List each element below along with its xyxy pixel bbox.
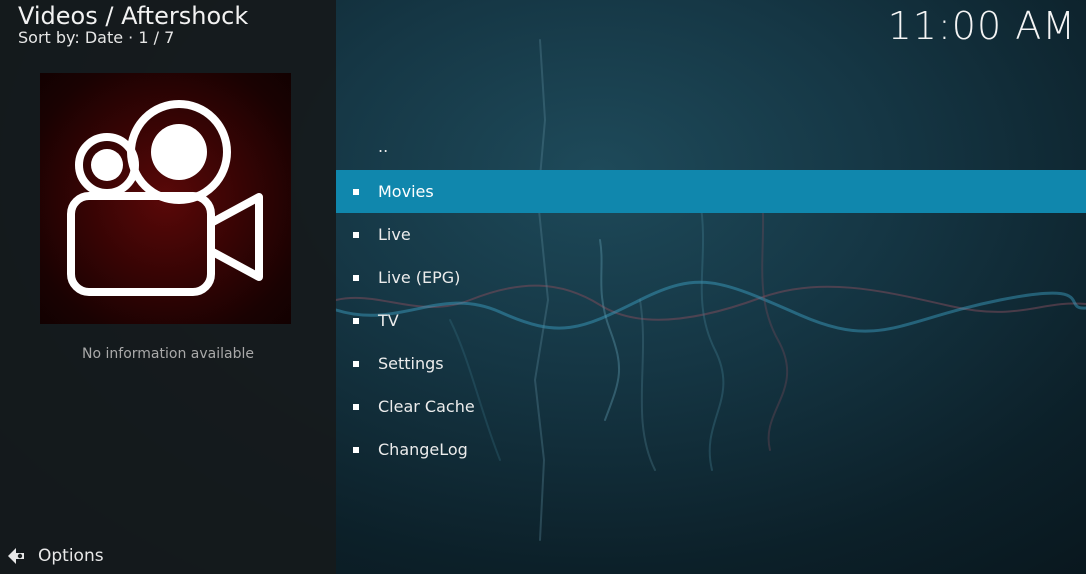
- page-title: Videos / Aftershock: [18, 2, 249, 30]
- bullet-icon: [353, 403, 359, 410]
- clock: 11:00 AM: [887, 4, 1076, 48]
- list-item-label: Live (EPG): [378, 268, 461, 287]
- movie-camera-icon: [67, 100, 263, 296]
- sort-info: Sort by: Date · 1 / 7: [18, 28, 175, 47]
- bullet-icon: [353, 446, 359, 453]
- list-item-label: ChangeLog: [378, 440, 468, 459]
- options-label: Options: [38, 546, 104, 566]
- bullet-icon: [353, 231, 359, 238]
- list-item-label: ..: [378, 137, 389, 156]
- bullet-icon: [353, 274, 359, 281]
- thumbnail: [40, 73, 291, 324]
- options-button[interactable]: Options: [6, 546, 104, 566]
- list-item-settings[interactable]: Settings: [336, 342, 1086, 385]
- bullet-icon: [353, 188, 359, 195]
- list-item-label: Clear Cache: [378, 397, 475, 416]
- list-item-tv[interactable]: TV: [336, 299, 1086, 342]
- list-item-parent[interactable]: ..: [336, 127, 1086, 170]
- list-item-live[interactable]: Live: [336, 213, 1086, 256]
- list-item-changelog[interactable]: ChangeLog: [336, 428, 1086, 471]
- list-item-label: TV: [378, 311, 399, 330]
- no-info-text: No information available: [82, 346, 254, 362]
- options-arrow-icon: [6, 546, 26, 566]
- bullet-icon: [353, 317, 359, 324]
- menu-list: .. Movies Live Live (EPG) TV Settings Cl…: [336, 127, 1086, 471]
- list-item-label: Settings: [378, 354, 444, 373]
- list-item-label: Live: [378, 225, 411, 244]
- list-item-clear-cache[interactable]: Clear Cache: [336, 385, 1086, 428]
- list-item-movies[interactable]: Movies: [336, 170, 1086, 213]
- list-item-label: Movies: [378, 182, 434, 201]
- bullet-icon: [353, 360, 359, 367]
- list-item-live-epg[interactable]: Live (EPG): [336, 256, 1086, 299]
